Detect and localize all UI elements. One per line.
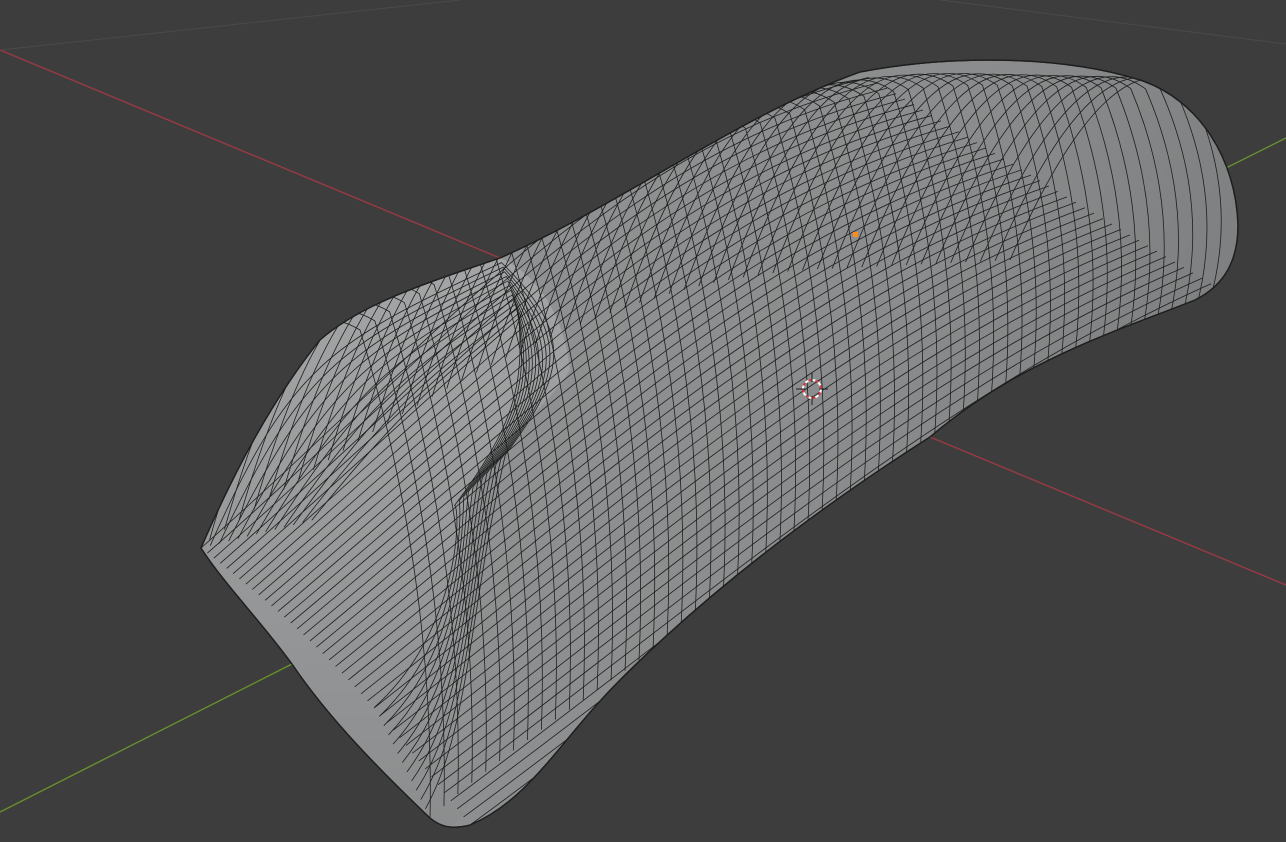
mesh-object[interactable] xyxy=(180,59,1239,828)
y-axis-line xyxy=(1217,137,1286,173)
grid-line xyxy=(939,0,1286,45)
3d-viewport[interactable] xyxy=(0,0,1286,842)
object-origin-point[interactable] xyxy=(853,232,858,237)
y-axis-line xyxy=(0,663,293,813)
grid-floor xyxy=(0,0,1286,51)
x-axis-line xyxy=(0,49,501,259)
x-axis-line xyxy=(929,436,1286,586)
grid-line xyxy=(0,0,461,51)
